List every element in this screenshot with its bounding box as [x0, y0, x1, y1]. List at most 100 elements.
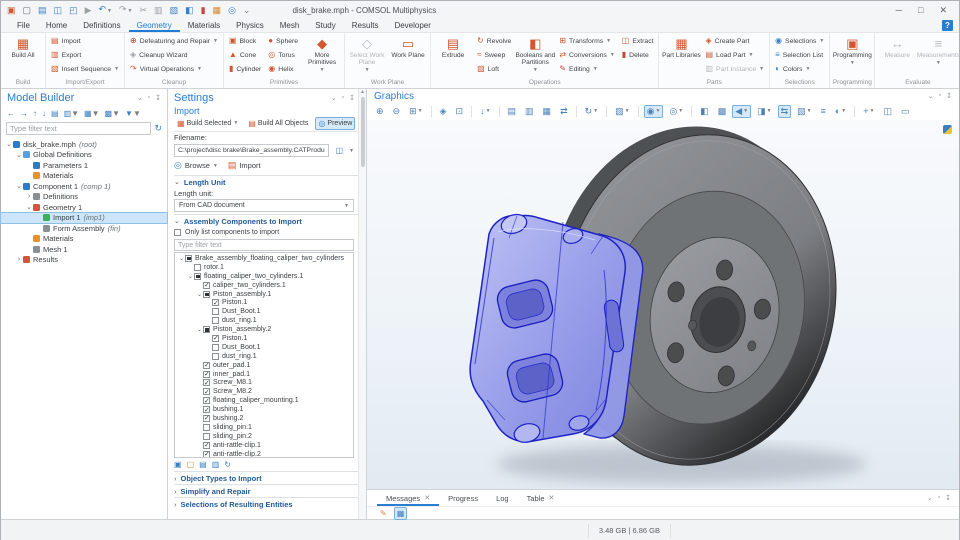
minimize-button[interactable]: ─ — [896, 5, 902, 16]
checkbox[interactable] — [203, 415, 210, 422]
new-file-icon[interactable]: ▢ — [23, 5, 32, 15]
assembly-item-inner-pad-1[interactable]: inner_pad.1 — [175, 370, 353, 379]
extract-button[interactable]: ◫Extract — [619, 34, 657, 48]
cylinder-button[interactable]: ▮Cylinder — [226, 62, 264, 76]
delete-icon[interactable]: ▮ — [201, 5, 206, 15]
refresh-icon[interactable]: ↻ — [154, 123, 162, 134]
close-button[interactable]: ✕ — [939, 5, 947, 16]
back-icon[interactable]: ← — [7, 109, 15, 118]
save-as-icon[interactable]: ◰ — [69, 5, 78, 15]
transparency-icon[interactable]: ▧▼ — [794, 105, 814, 118]
view-hidden-icon[interactable]: ⇆ — [778, 105, 792, 118]
checkbox[interactable] — [203, 388, 210, 395]
assembly-item-screw-m8-1[interactable]: Screw_M8.1 — [175, 378, 353, 387]
section-header-simplify-and-repair[interactable]: ›Simplify and Repair — [174, 484, 358, 497]
pin-panel-icon[interactable]: ↧ — [155, 94, 161, 102]
zoom-in-icon[interactable]: ⊕ — [373, 105, 387, 118]
customize-toolbar-icon[interactable]: ⌄ — [243, 5, 251, 15]
pin-panel-icon[interactable]: ↧ — [945, 494, 951, 502]
helix-button[interactable]: ◉Helix — [265, 62, 301, 76]
maximize-button[interactable]: □ — [918, 5, 923, 16]
assembly-item-dust-boot-1[interactable]: Dust_Boot.1 — [175, 343, 353, 352]
view-yz-plane-icon[interactable]: ▥ — [522, 105, 537, 118]
expand-icon[interactable]: ⌄ — [196, 326, 203, 333]
checkbox[interactable] — [203, 406, 210, 413]
checkbox[interactable] — [194, 264, 201, 271]
clear-messages-icon[interactable]: ✎ — [377, 507, 390, 520]
checkbox[interactable] — [212, 308, 219, 315]
assembly-item-screw-m8-2[interactable]: Screw_M8.2 — [175, 387, 353, 396]
colors-button[interactable]: ◐Colors▼ — [772, 62, 827, 76]
filter-icon[interactable]: ▼▼ — [125, 109, 141, 118]
tab-mesh[interactable]: Mesh — [272, 19, 308, 32]
checkbox[interactable] — [212, 317, 219, 324]
undo-icon[interactable]: ↶▼ — [99, 4, 113, 16]
programming-button[interactable]: ▣Programming▼ — [832, 34, 872, 78]
select-box-icon[interactable]: ◧ — [697, 105, 712, 118]
chevron-down-icon[interactable]: ⌄ — [137, 94, 143, 102]
float-panel-icon[interactable]: ▫ — [342, 94, 344, 102]
assembly-item-dust-boot-1[interactable]: Dust_Boot.1 — [175, 307, 353, 316]
filename-input[interactable] — [174, 144, 329, 157]
delete-button[interactable]: ▮Delete — [619, 48, 657, 62]
node-order-icon[interactable]: ▩▼ — [105, 109, 120, 118]
clipping-icon[interactable]: ◨▼ — [754, 105, 774, 118]
tab-file[interactable]: File — [9, 19, 38, 32]
assembly-item-caliper-two-cylinders-1[interactable]: caliper_two_cylinders.1 — [175, 281, 353, 290]
group-by-icon[interactable]: ▦▼ — [84, 109, 99, 118]
insert-sequence-button[interactable]: ▧Insert Sequence▼ — [48, 62, 122, 76]
virtual-operations-button[interactable]: ↷Virtual Operations▼ — [127, 62, 221, 76]
move-down-icon[interactable]: ↓ — [42, 109, 46, 118]
assembly-item-piston-1[interactable]: Piston.1 — [175, 334, 353, 343]
assembly-item-bushing-1[interactable]: bushing.1 — [175, 405, 353, 414]
tab-physics[interactable]: Physics — [228, 19, 272, 32]
zoom-box-icon[interactable]: ⊞▼ — [406, 105, 426, 118]
expand-icon[interactable]: ⌄ — [15, 182, 23, 190]
app-icon[interactable]: ▣ — [7, 5, 16, 15]
checkbox[interactable] — [212, 353, 219, 360]
import-button[interactable]: ▤Import — [48, 34, 122, 48]
revolve-button[interactable]: ↻Revolve — [474, 34, 514, 48]
zoom-extents-icon[interactable]: ⊡ — [453, 105, 467, 118]
environment-icon[interactable]: ◎▼ — [666, 105, 686, 118]
tree-node-form-assembly[interactable]: Form Assembly(fin) — [1, 223, 167, 234]
rotate-view-icon[interactable]: ↻▼ — [582, 105, 602, 118]
create-part-button[interactable]: ◈Create Part — [702, 34, 767, 48]
build-all-objects-button[interactable]: ▤Build All Objects — [245, 117, 311, 130]
loft-button[interactable]: ▧Loft — [474, 62, 514, 76]
chevron-down-icon[interactable]: ⌄ — [928, 92, 934, 100]
tree-node-definitions[interactable]: ›Definitions — [1, 192, 167, 203]
section-header-selections-of-resulting-entities[interactable]: ›Selections of Resulting Entities — [174, 497, 358, 510]
export-button[interactable]: ▥Export — [48, 48, 122, 62]
scene-light-icon[interactable]: ◉▼ — [644, 105, 664, 118]
part-libraries-button[interactable]: ▦Part Libraries — [661, 34, 701, 78]
collapse-all-icon[interactable]: ▥ — [212, 460, 220, 469]
torus-button[interactable]: ◎Torus — [265, 48, 301, 62]
tab-definitions[interactable]: Definitions — [75, 19, 128, 32]
close-tab-icon[interactable]: ✕ — [424, 494, 430, 502]
wireframe-icon[interactable]: ≡ — [818, 105, 829, 118]
check-selected-icon[interactable]: ▣ — [174, 460, 182, 469]
assembly-item-piston-assembly-2[interactable]: ⌄Piston_assembly.2 — [175, 325, 353, 334]
tab-table[interactable]: Table✕ — [518, 490, 564, 506]
float-panel-icon[interactable]: ▫ — [938, 494, 940, 502]
tab-messages[interactable]: Messages✕ — [377, 490, 439, 506]
assembly-item-dust-ring-1[interactable]: dust_ring.1 — [175, 316, 353, 325]
print-icon[interactable]: ▨▼ — [612, 105, 632, 118]
expand-icon[interactable]: ⌄ — [15, 151, 23, 159]
assembly-item-anti-rattle-clip-2[interactable]: anti-rattle-clip.2 — [175, 450, 353, 458]
pin-panel-icon[interactable]: ↧ — [946, 92, 952, 100]
save-icon[interactable]: ◫ — [54, 5, 63, 15]
checkbox[interactable] — [203, 424, 210, 431]
checkbox[interactable] — [203, 362, 210, 369]
forward-icon[interactable]: → — [20, 109, 28, 118]
help-button[interactable]: ? — [942, 20, 953, 31]
cone-button[interactable]: ▲Cone — [226, 48, 264, 62]
length-unit-select[interactable]: From CAD document▼ — [174, 199, 354, 212]
uncheck-selected-icon[interactable]: ▢ — [187, 460, 195, 469]
expand-icon[interactable]: › — [25, 193, 33, 200]
import-button[interactable]: ▤ Import — [228, 160, 261, 171]
scroll-up-icon[interactable]: ▲ — [360, 89, 365, 95]
expand-icon[interactable]: ⌄ — [187, 273, 194, 280]
expand-icon[interactable]: ⌄ — [196, 291, 203, 298]
